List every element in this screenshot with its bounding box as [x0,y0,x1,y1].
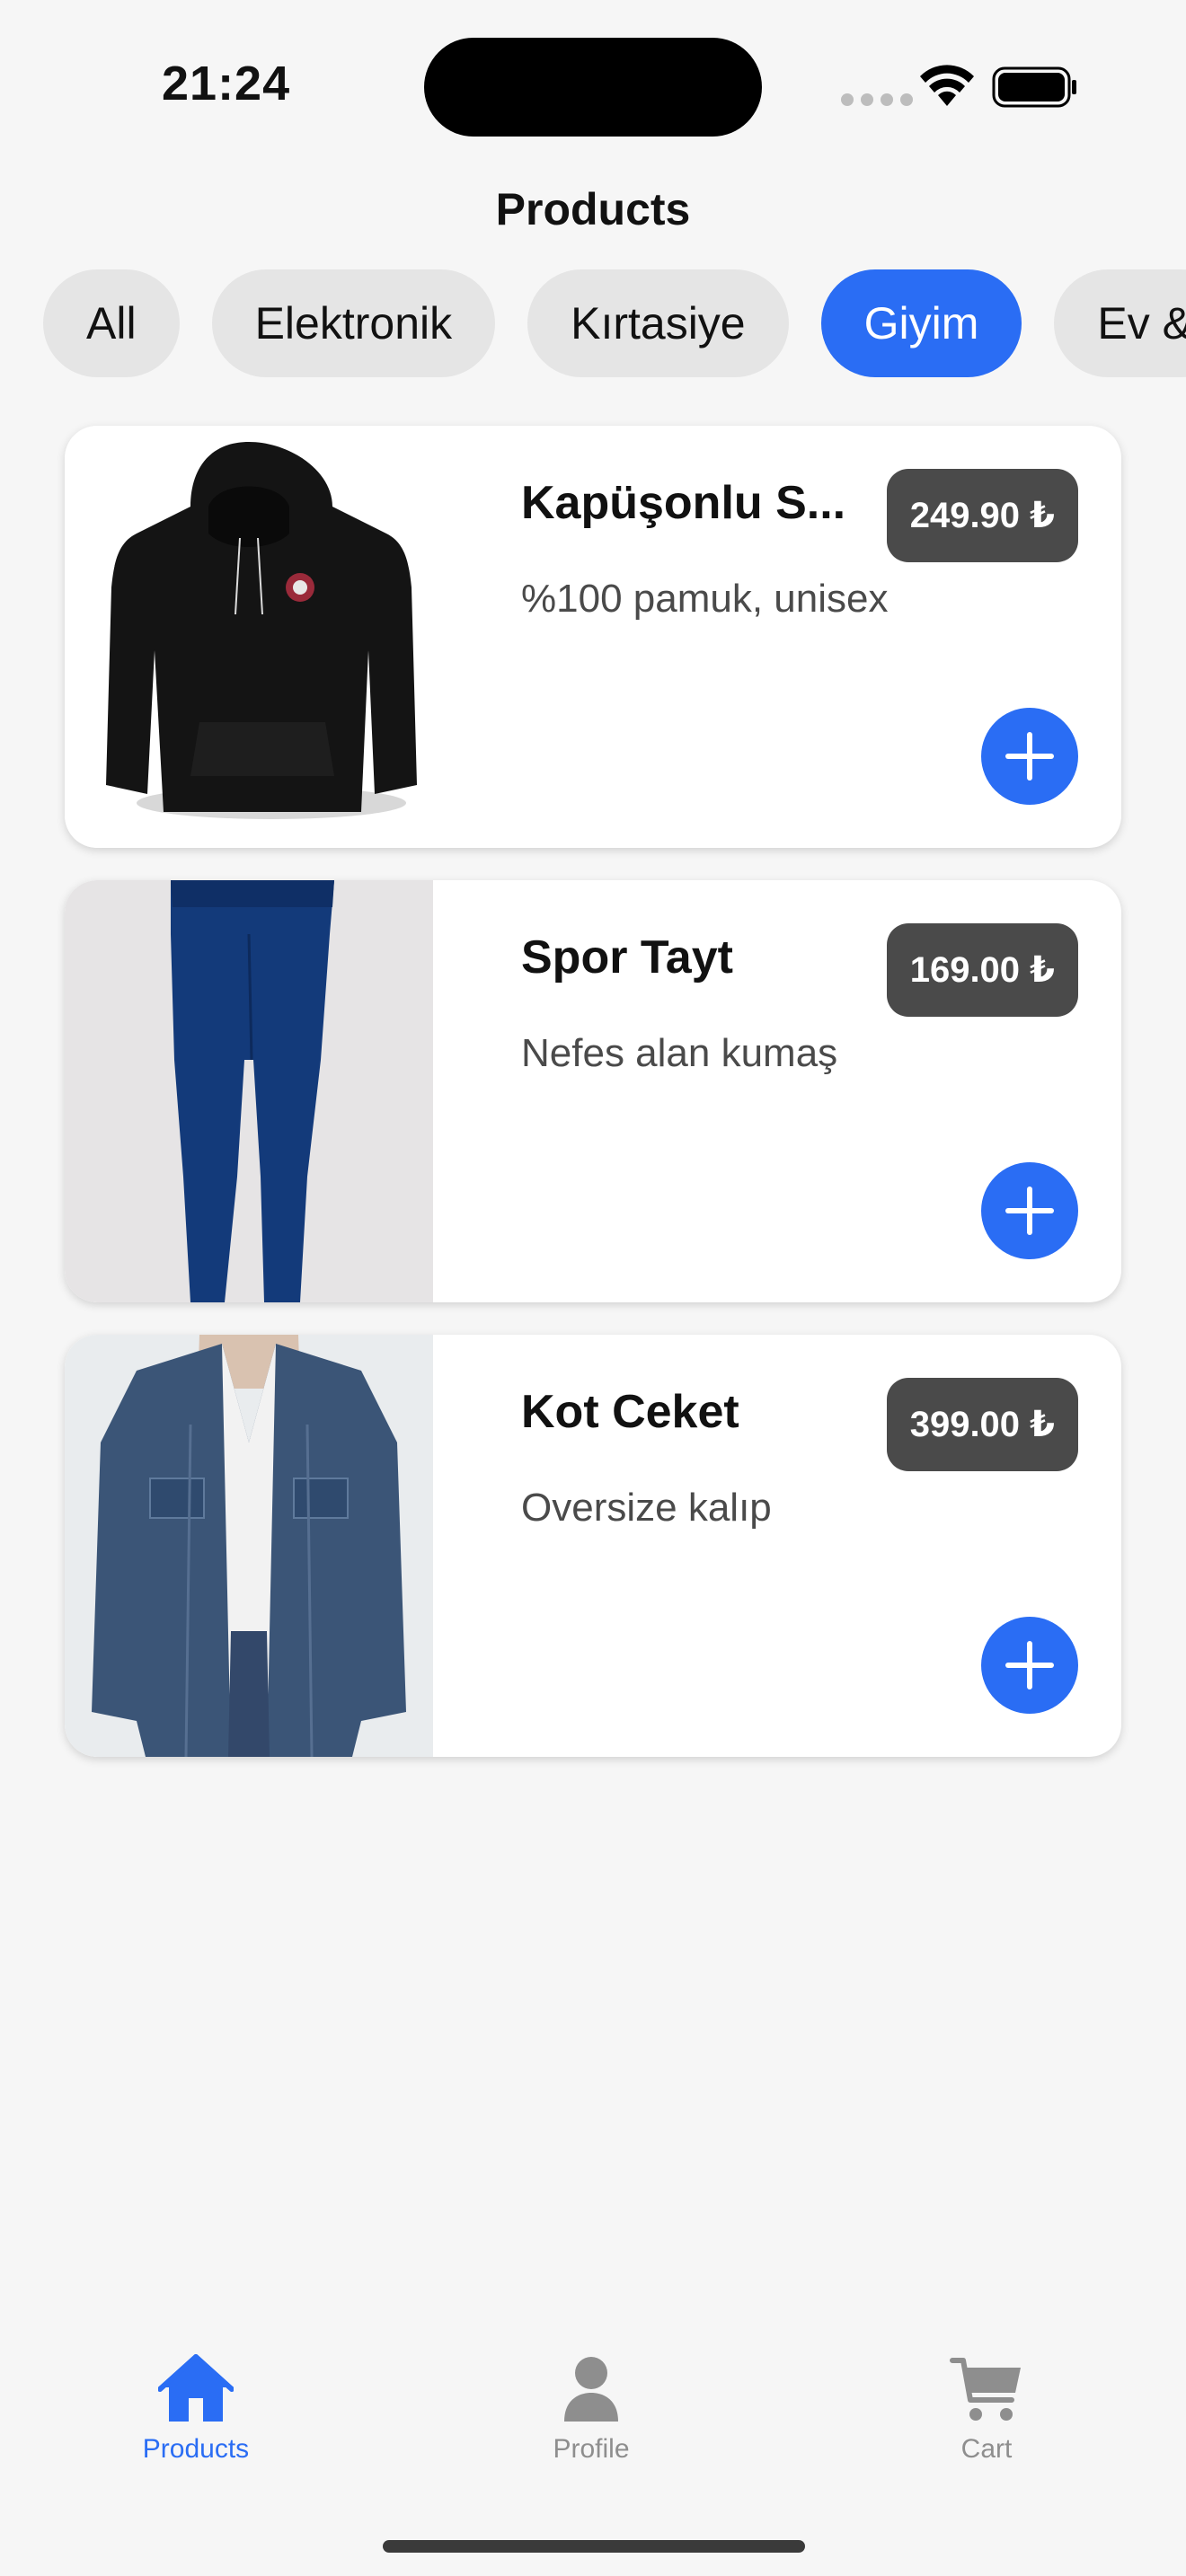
tab-label: Profile [553,2434,630,2464]
category-chip-all[interactable]: All [43,269,180,377]
product-image [65,1335,433,1757]
tab-cart[interactable]: Cart [879,2353,1094,2465]
price-badge: 249.90 ₺ [886,469,1078,562]
price-badge: 399.00 ₺ [886,1378,1078,1471]
product-description: Oversize kalıp [521,1486,772,1530]
category-filter-bar: All Elektronik Kırtasiye Giyim Ev & [43,269,1186,379]
add-to-cart-button[interactable] [981,708,1078,805]
price-badge: 169.00 ₺ [886,923,1078,1017]
product-description: Nefes alan kumaş [521,1031,838,1075]
person-icon [564,2357,618,2422]
cellular-signal-icon [841,93,913,106]
category-chip-elektronik[interactable]: Elektronik [211,269,496,377]
product-name: Kapüşonlu S... [521,477,846,529]
product-image [65,880,433,1302]
tab-label: Cart [960,2434,1013,2464]
product-card[interactable]: Spor Tayt 169.00 ₺ Nefes alan kumaş [65,880,1121,1302]
plus-icon [1005,1187,1054,1235]
wifi-icon [920,65,974,106]
product-name: Kot Ceket [521,1386,739,1438]
product-image [65,426,433,848]
cart-icon [950,2358,1021,2421]
category-chip-kirtasiye[interactable]: Kırtasiye [527,269,789,377]
black-hoodie-image [106,442,417,819]
category-chip-ev[interactable]: Ev & [1054,269,1186,377]
tab-profile[interactable]: Profile [483,2353,699,2465]
status-time: 21:24 [162,57,291,110]
battery-icon [992,66,1076,108]
product-description: %100 pamuk, unisex [521,577,889,621]
product-card[interactable]: Kapüşonlu S... 249.90 ₺ %100 pamuk, unis… [65,426,1121,848]
plus-icon [1005,732,1054,781]
bottom-tab-bar: Products Profile Cart [0,2353,1186,2488]
house-icon [158,2354,234,2422]
add-to-cart-button[interactable] [981,1162,1078,1259]
tab-label: Products [142,2434,250,2464]
denim-jacket-image [92,1335,406,1757]
add-to-cart-button[interactable] [981,1617,1078,1714]
tab-products[interactable]: Products [88,2353,304,2465]
page-title: Products [495,184,691,234]
dynamic-island [424,38,762,137]
product-name: Spor Tayt [521,931,733,984]
blue-leggings-image [171,880,334,1302]
category-chip-giyim[interactable]: Giyim [820,269,1022,377]
plus-icon [1005,1641,1054,1689]
home-indicator [383,2540,805,2553]
product-card[interactable]: Kot Ceket 399.00 ₺ Oversize kalıp [65,1335,1121,1757]
